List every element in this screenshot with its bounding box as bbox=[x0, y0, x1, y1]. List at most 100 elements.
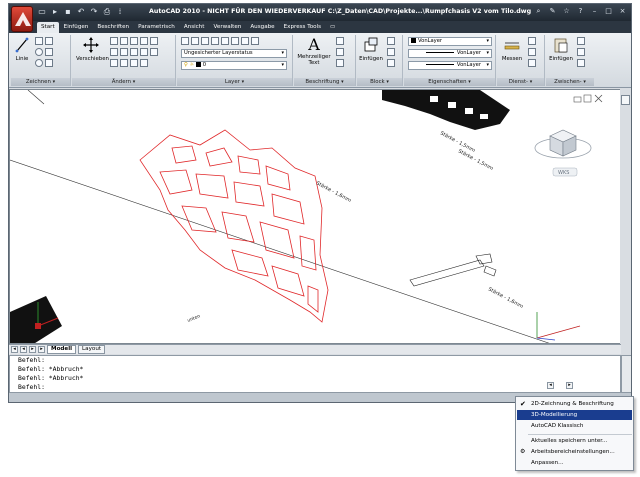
rotate-icon[interactable] bbox=[110, 37, 118, 45]
panel-title-dienst[interactable]: Dienst- ▾ bbox=[497, 78, 544, 86]
block-insert-button[interactable]: Einfügen bbox=[358, 37, 384, 62]
tab-ansicht[interactable]: Ansicht bbox=[180, 22, 209, 33]
tab-model[interactable]: Modell bbox=[47, 345, 77, 354]
match-properties-icon[interactable] bbox=[577, 59, 585, 67]
last-tab-icon[interactable]: ▸ bbox=[38, 346, 45, 353]
block-edit-icon[interactable] bbox=[387, 48, 395, 56]
erase-icon[interactable] bbox=[110, 59, 118, 67]
workspace-customize[interactable]: Anpassen... bbox=[517, 458, 632, 468]
viewcube[interactable] bbox=[534, 129, 592, 159]
new-file-icon[interactable]: ▭ bbox=[37, 7, 47, 17]
help-icon[interactable]: ? bbox=[576, 7, 585, 16]
chamfer-icon[interactable] bbox=[140, 59, 148, 67]
panel-title-aendern[interactable]: Ändern ▾ bbox=[72, 78, 175, 86]
join-icon[interactable] bbox=[130, 59, 138, 67]
block-create-icon[interactable] bbox=[387, 37, 395, 45]
explode-icon[interactable] bbox=[150, 48, 158, 56]
table-icon[interactable] bbox=[336, 59, 344, 67]
mirror-icon[interactable] bbox=[140, 37, 148, 45]
panel-title-block[interactable]: Block ▾ bbox=[357, 78, 402, 86]
tab-ausgabe[interactable]: Ausgabe bbox=[246, 22, 278, 33]
black-bracket-part[interactable] bbox=[382, 90, 510, 130]
layer-state-dropdown[interactable]: Ungesicherter Layerstatus ▾ bbox=[181, 49, 287, 58]
tab-beschriften[interactable]: Beschriften bbox=[93, 22, 133, 33]
offset-icon[interactable] bbox=[140, 48, 148, 56]
viewport-minimize-icon[interactable] bbox=[573, 96, 582, 103]
panel-title-zwischenablage[interactable]: Zwischen- ▾ bbox=[546, 78, 594, 86]
tab-verwalten[interactable]: Verwalten bbox=[209, 22, 245, 33]
save-icon[interactable]: ▪ bbox=[63, 7, 73, 17]
panel-title-eigenschaften[interactable]: Eigenschaften ▾ bbox=[404, 78, 495, 86]
calculator-icon[interactable] bbox=[528, 59, 536, 67]
viewport-restore-icon[interactable] bbox=[583, 94, 592, 103]
stretch-icon[interactable] bbox=[110, 48, 118, 56]
array-icon[interactable] bbox=[130, 48, 138, 56]
open-folder-icon[interactable]: ▸ bbox=[50, 7, 60, 17]
quick-calc-icon[interactable] bbox=[528, 37, 536, 45]
tab-express-tools[interactable]: Express Tools bbox=[280, 22, 325, 33]
tab-start[interactable]: Start bbox=[37, 22, 59, 33]
panel-title-layer[interactable]: Layer ▾ bbox=[177, 78, 292, 86]
tab-layout[interactable]: Layout bbox=[78, 345, 106, 354]
tab-einfuegen[interactable]: Einfügen bbox=[60, 22, 93, 33]
fillet-icon[interactable] bbox=[150, 37, 158, 45]
command-scrollbar[interactable] bbox=[621, 355, 631, 393]
minimize-icon[interactable]: – bbox=[590, 7, 599, 16]
maximize-icon[interactable]: □ bbox=[604, 7, 613, 16]
layer-dropdown[interactable]: ♀ ☼ 0 ▾ bbox=[181, 61, 287, 70]
attribute-icon[interactable] bbox=[387, 59, 395, 67]
print-icon[interactable]: ⎙ bbox=[102, 7, 112, 17]
scroll-left-icon[interactable]: ◂ bbox=[547, 382, 554, 389]
measure-button[interactable]: Messen bbox=[498, 37, 526, 62]
panel-title-beschriftung[interactable]: Beschriftung ▾ bbox=[294, 78, 355, 86]
command-prompt[interactable]: Befehl: bbox=[10, 383, 620, 392]
workspace-classic[interactable]: AutoCAD Klassisch bbox=[517, 421, 632, 431]
workspace-save-as[interactable]: Aktuelles speichern unter... bbox=[517, 436, 632, 446]
trim-icon[interactable] bbox=[120, 37, 128, 45]
dimension-icon[interactable] bbox=[336, 37, 344, 45]
layer-off-icon[interactable] bbox=[201, 37, 209, 45]
layer-walk-icon[interactable] bbox=[251, 37, 259, 45]
workspace-settings[interactable]: ⚙ Arbeitsbereicheinstellungen... bbox=[517, 447, 632, 457]
mtext-button[interactable]: A Mehrzeiliger Text bbox=[296, 37, 332, 67]
small-rail-part[interactable] bbox=[409, 253, 497, 287]
copy-clip-icon[interactable] bbox=[577, 48, 585, 56]
circle-icon[interactable] bbox=[35, 48, 43, 56]
nav-bar-icon[interactable] bbox=[621, 95, 630, 105]
binoculars-icon[interactable]: ⌕ bbox=[534, 7, 543, 16]
line-button[interactable]: Linie bbox=[13, 37, 31, 62]
redo-icon[interactable]: ↷ bbox=[89, 7, 99, 17]
arc-icon[interactable] bbox=[45, 37, 53, 45]
rectangle-icon[interactable] bbox=[45, 48, 53, 56]
layer-isolate-icon[interactable] bbox=[191, 37, 199, 45]
panel-title-zeichnen[interactable]: Zeichnen ▾ bbox=[11, 78, 70, 86]
vertical-scrollbar[interactable] bbox=[620, 89, 631, 344]
star-icon[interactable]: ☆ bbox=[562, 7, 571, 16]
scroll-right-icon[interactable]: ▸ bbox=[566, 382, 573, 389]
polyline-icon[interactable] bbox=[35, 37, 43, 45]
copy-icon[interactable] bbox=[130, 37, 138, 45]
color-dropdown[interactable]: VonLayer ▾ bbox=[408, 37, 492, 46]
search-icon[interactable]: ✎ bbox=[548, 7, 557, 16]
workspace-switch-icon[interactable]: ⁞ bbox=[115, 7, 125, 17]
lineweight-dropdown[interactable]: VonLayer ▾ bbox=[408, 61, 492, 70]
hatch-icon[interactable] bbox=[45, 59, 53, 67]
drawing-canvas[interactable]: Stärke - 1,5mm Stärke - 1,5mm Stärke - 1… bbox=[9, 89, 621, 344]
id-point-icon[interactable] bbox=[528, 48, 536, 56]
layer-lock-icon[interactable] bbox=[221, 37, 229, 45]
tab-parametrisch[interactable]: Parametrisch bbox=[134, 22, 179, 33]
undo-icon[interactable]: ↶ bbox=[76, 7, 86, 17]
application-menu-button[interactable] bbox=[11, 6, 33, 32]
ribbon-toggle-icon[interactable]: ▭ bbox=[326, 22, 339, 33]
ellipse-icon[interactable] bbox=[35, 59, 43, 67]
layer-previous-icon[interactable] bbox=[241, 37, 249, 45]
first-tab-icon[interactable]: ◂ bbox=[11, 346, 18, 353]
close-icon[interactable]: × bbox=[618, 7, 627, 16]
viewport-controls[interactable] bbox=[573, 94, 603, 103]
cut-icon[interactable] bbox=[577, 37, 585, 45]
layer-match-icon[interactable] bbox=[231, 37, 239, 45]
next-tab-icon[interactable]: ▸ bbox=[29, 346, 36, 353]
paste-button[interactable]: Einfügen bbox=[547, 37, 575, 62]
workspace-3d-modeling[interactable]: 3D-Modellierung bbox=[517, 410, 632, 420]
scale-icon[interactable] bbox=[120, 48, 128, 56]
